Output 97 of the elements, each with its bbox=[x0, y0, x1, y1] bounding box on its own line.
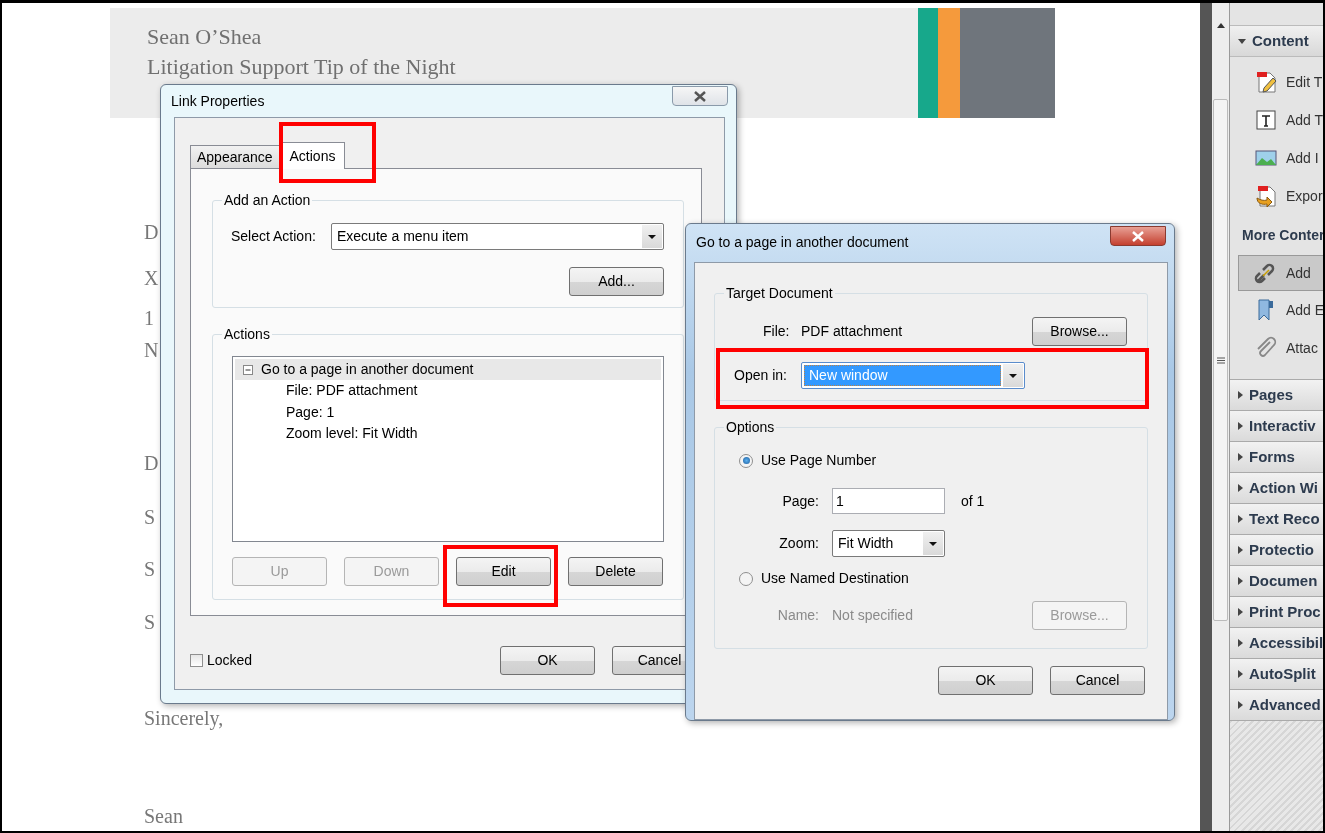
tool-item[interactable]: Add I bbox=[1230, 139, 1323, 177]
close-button[interactable] bbox=[1110, 226, 1166, 246]
close-icon bbox=[693, 90, 707, 102]
list-item-text: File: PDF attachment bbox=[286, 381, 418, 401]
document-text: N bbox=[144, 338, 159, 363]
list-item-text: Zoom level: Fit Width bbox=[286, 424, 418, 444]
section-title: Action Wi bbox=[1249, 477, 1319, 498]
section-header[interactable]: AutoSplit bbox=[1230, 659, 1323, 690]
document-text: X bbox=[144, 266, 159, 291]
tab[interactable]: Appearance bbox=[190, 145, 280, 168]
grip-icon bbox=[1216, 356, 1225, 364]
section-header[interactable]: Documen bbox=[1230, 566, 1323, 597]
section-title: Accessibil bbox=[1249, 632, 1323, 653]
dialog-button[interactable]: OK bbox=[938, 666, 1033, 695]
field-value: Not specified bbox=[832, 606, 913, 625]
tool-label: Add I bbox=[1286, 148, 1319, 168]
checkbox[interactable]: Locked bbox=[190, 650, 253, 671]
list-item-text: Page: 1 bbox=[286, 402, 335, 422]
dropdown-arrow-icon bbox=[648, 234, 656, 239]
window-title: Link Properties bbox=[171, 91, 265, 111]
tool-item[interactable]: Add T bbox=[1230, 101, 1323, 139]
section-header[interactable]: Print Proc bbox=[1230, 597, 1323, 628]
field-value: PDF attachment bbox=[801, 322, 903, 341]
section-header[interactable]: Advanced bbox=[1230, 690, 1323, 721]
tool-label: Edit T bbox=[1286, 72, 1323, 92]
section-title: Text Reco bbox=[1249, 508, 1320, 529]
field-label: Open in: bbox=[734, 366, 788, 385]
field-label: Select Action: bbox=[231, 227, 317, 246]
document-text: S bbox=[144, 505, 156, 530]
document-subtitle: Litigation Support Tip of the Night bbox=[147, 53, 457, 81]
dropdown[interactable]: Fit Width bbox=[832, 530, 945, 557]
dialog-button[interactable]: Browse... bbox=[1032, 317, 1127, 346]
list-item-text: Go to a page in another document bbox=[261, 360, 474, 379]
dropdown-arrow-icon bbox=[929, 541, 937, 546]
section-title: Interactiv bbox=[1249, 415, 1316, 436]
section-title: Protectio bbox=[1249, 539, 1314, 560]
tool-label: Add bbox=[1286, 263, 1311, 283]
tool-item[interactable]: Add bbox=[1238, 255, 1323, 291]
field-label: Page: bbox=[781, 491, 819, 511]
field-label: File: bbox=[763, 322, 791, 341]
tool-item[interactable]: Attac bbox=[1230, 329, 1323, 367]
section-title: AutoSplit bbox=[1249, 663, 1316, 684]
list-box[interactable]: Go to a page in another document File: PDF attachment Page: 1 Zoom level: Fit Width bbox=[232, 356, 664, 542]
page-input[interactable]: 1 bbox=[832, 488, 945, 514]
section-header[interactable]: Interactiv bbox=[1230, 411, 1323, 442]
close-button[interactable] bbox=[672, 86, 728, 106]
section-header[interactable]: Protectio bbox=[1230, 535, 1323, 566]
window-title: Go to a page in another document bbox=[696, 232, 909, 252]
document-text: Sincerely, bbox=[144, 706, 224, 732]
author-name: Sean O’Shea bbox=[147, 23, 263, 51]
dropdown[interactable]: Execute a menu item bbox=[331, 223, 664, 250]
section-header[interactable]: Content bbox=[1230, 25, 1323, 57]
edit-pencil-icon bbox=[1254, 70, 1278, 94]
document-text: 1 bbox=[144, 306, 154, 331]
radio-option[interactable]: Use Page Number bbox=[739, 450, 1127, 471]
section-header[interactable]: Forms bbox=[1230, 442, 1323, 473]
dialog-button[interactable]: Delete bbox=[568, 557, 663, 586]
scroll-thumb[interactable] bbox=[1213, 99, 1228, 621]
tool-item[interactable]: Expor bbox=[1230, 177, 1323, 215]
document-text: Sean bbox=[144, 804, 183, 829]
group-title: Options bbox=[724, 418, 777, 436]
collapse-icon bbox=[243, 364, 253, 375]
section-title: Pages bbox=[1249, 384, 1294, 405]
tool-label: Attac bbox=[1286, 338, 1318, 358]
section-header[interactable]: Text Reco bbox=[1230, 504, 1323, 535]
scrollbar[interactable] bbox=[1212, 3, 1230, 831]
tool-label: Expor bbox=[1286, 186, 1323, 206]
section-header[interactable]: Accessibil bbox=[1230, 628, 1323, 659]
section-title: Documen bbox=[1249, 570, 1318, 591]
section-title: Advanced bbox=[1249, 694, 1321, 715]
dialog-button[interactable]: Cancel bbox=[1050, 666, 1145, 695]
section-header[interactable]: Action Wi bbox=[1230, 473, 1323, 504]
tool-label: Add T bbox=[1286, 110, 1323, 130]
close-icon bbox=[1131, 230, 1145, 242]
page-count: of 1 bbox=[961, 491, 985, 511]
tool-item[interactable]: Add E bbox=[1230, 291, 1323, 329]
section-title: Print Proc bbox=[1249, 601, 1321, 622]
dialog-button[interactable]: Edit bbox=[456, 557, 551, 586]
export-icon bbox=[1254, 184, 1278, 208]
document-text: D bbox=[144, 220, 159, 245]
tool-item[interactable]: Edit T bbox=[1230, 63, 1323, 101]
list-row[interactable]: Go to a page in another document bbox=[235, 359, 661, 380]
document-text: S bbox=[144, 610, 156, 635]
section-header[interactable]: Pages bbox=[1230, 380, 1323, 411]
tool-label: Add E bbox=[1286, 300, 1323, 320]
section-title: Content bbox=[1252, 30, 1309, 51]
field-label: Zoom: bbox=[778, 534, 819, 553]
radio-option[interactable]: Use Named Destination bbox=[739, 568, 1127, 589]
dialog-button[interactable]: OK bbox=[500, 646, 595, 675]
dialog-button[interactable]: Add... bbox=[569, 267, 664, 296]
dropdown-arrow-icon bbox=[1009, 373, 1017, 378]
field-label: Name: bbox=[776, 606, 819, 625]
text-box-icon bbox=[1254, 108, 1278, 132]
section-title: Forms bbox=[1249, 446, 1295, 467]
document-text: S bbox=[144, 557, 156, 582]
scroll-up-icon bbox=[1217, 23, 1225, 28]
document-text: D bbox=[144, 451, 159, 476]
